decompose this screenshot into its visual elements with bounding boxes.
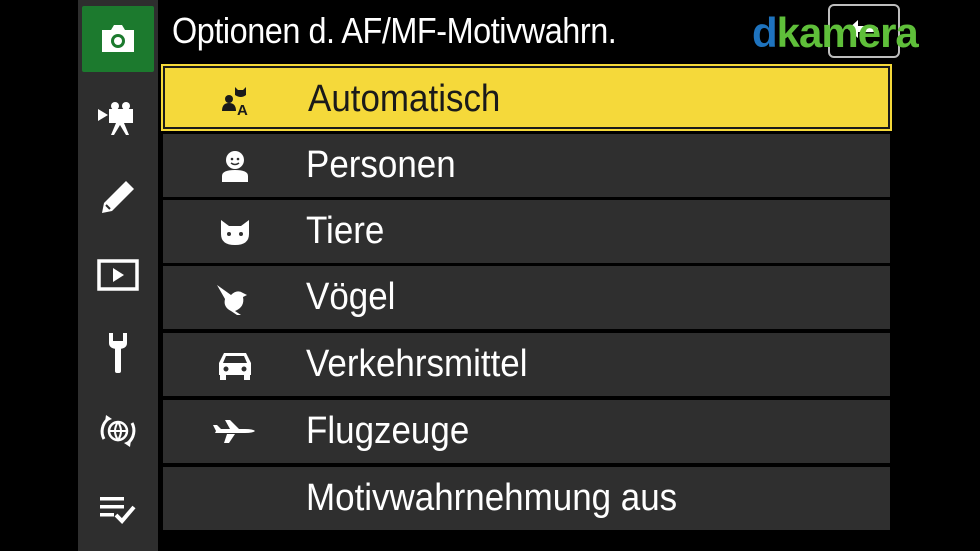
row-icon bbox=[207, 200, 263, 263]
sidebar-item-network[interactable] bbox=[82, 398, 154, 464]
airplane-icon bbox=[213, 419, 255, 443]
list-item-label: Flugzeuge bbox=[306, 410, 470, 452]
list-item-label: Automatisch bbox=[308, 78, 501, 120]
row-icon: A bbox=[209, 68, 265, 131]
list-item-label: Tiere bbox=[306, 210, 385, 252]
sidebar-item-setup[interactable] bbox=[82, 320, 154, 386]
list-item-label: Personen bbox=[306, 144, 456, 186]
list-item-label: Vögel bbox=[306, 276, 396, 318]
sidebar-item-photo-shooting[interactable] bbox=[82, 6, 154, 72]
row-icon bbox=[207, 333, 263, 396]
row-icon bbox=[207, 134, 263, 197]
svg-text:A: A bbox=[237, 102, 248, 117]
cat-icon bbox=[221, 219, 249, 245]
sidebar-item-retouch[interactable] bbox=[82, 164, 154, 230]
camera-menu-screen: Optionen d. AF/MF-Motivwahrn. d kamera A … bbox=[0, 0, 980, 551]
sidebar-item-video-recording[interactable] bbox=[82, 86, 154, 152]
list-item-airplanes[interactable]: Flugzeuge bbox=[163, 400, 890, 463]
row-icon bbox=[207, 266, 263, 329]
page-title: Optionen d. AF/MF-Motivwahrn. bbox=[172, 10, 617, 51]
list-item-label: Verkehrsmittel bbox=[306, 343, 528, 385]
playback-icon bbox=[97, 259, 139, 291]
pencil-icon bbox=[102, 181, 134, 213]
sidebar bbox=[78, 0, 158, 551]
network-globe-icon bbox=[100, 415, 136, 447]
list-item-detection-off[interactable]: Motivwahrnehmung aus bbox=[163, 467, 890, 530]
list-item-animals[interactable]: Tiere bbox=[163, 200, 890, 263]
sidebar-item-playback[interactable] bbox=[82, 242, 154, 308]
logo-letter-d: d bbox=[752, 9, 778, 56]
car-icon bbox=[219, 352, 251, 380]
person-icon bbox=[222, 150, 248, 182]
sidebar-item-my-menu[interactable] bbox=[82, 476, 154, 542]
list-item-people[interactable]: Personen bbox=[163, 134, 890, 197]
logo-text: kamera bbox=[776, 9, 919, 56]
watermark-logo: d kamera bbox=[752, 8, 919, 58]
auto-subject-icon: A bbox=[222, 86, 248, 117]
list-item-vehicles[interactable]: Verkehrsmittel bbox=[163, 333, 890, 396]
my-menu-icon bbox=[100, 497, 136, 524]
list-item-birds[interactable]: Vögel bbox=[163, 266, 890, 329]
camera-icon bbox=[102, 25, 134, 52]
row-icon bbox=[207, 400, 263, 463]
movie-camera-icon bbox=[98, 102, 133, 135]
list-item-automatic[interactable]: A Automatisch bbox=[163, 66, 890, 129]
bird-icon bbox=[217, 284, 247, 315]
wrench-icon bbox=[109, 333, 127, 373]
list-item-label: Motivwahrnehmung aus bbox=[306, 477, 678, 519]
